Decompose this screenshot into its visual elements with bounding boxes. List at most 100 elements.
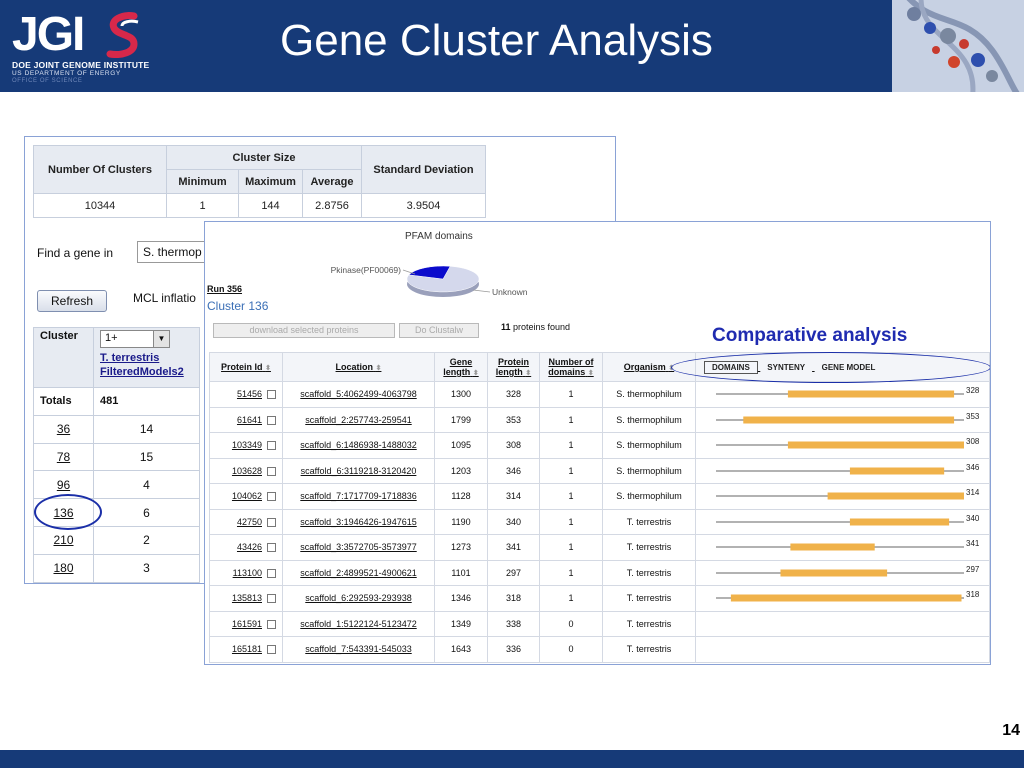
tab-domains[interactable]: DOMAINS [704,360,758,374]
location-link[interactable]: scaffold_2:4899521-4900621 [300,568,416,578]
cluster-link[interactable]: 210 [53,533,73,547]
domain-diagram-cell: 346 [695,457,990,484]
sort-icon[interactable]: ⬍ [525,370,531,377]
protein-id-cell: 161591 [209,610,283,637]
location-cell: scaffold_2:4899521-4900621 [282,559,435,586]
pfam-domain-bar[interactable] [849,467,945,475]
protein-id-cell: 103349 [209,432,283,459]
select-protein-checkbox[interactable] [267,594,276,604]
location-link[interactable]: scaffold_6:3119218-3120420 [301,466,417,476]
table-row: 161591 scaffold_1:5122124-5123472 1349 338 0… [209,610,990,637]
protein-id-link[interactable]: 42750 [237,517,262,527]
cluster-link[interactable]: 180 [53,561,73,575]
cluster-link[interactable]: 78 [57,450,70,464]
pfam-domain-bar[interactable] [743,416,955,424]
location-cell: scaffold_3:1946426-1947615 [282,508,435,535]
protein-id-link[interactable]: 135813 [232,593,262,603]
select-protein-checkbox[interactable] [267,517,276,527]
select-protein-checkbox[interactable] [267,441,276,451]
select-protein-checkbox[interactable] [267,415,276,425]
select-protein-checkbox[interactable] [267,492,276,502]
download-selected-button[interactable]: download selected proteins [213,323,395,338]
select-protein-checkbox[interactable] [267,466,276,476]
pfam-domains-title: PFAM domains [405,231,473,242]
select-protein-checkbox[interactable] [267,390,276,400]
sort-icon[interactable]: ⬍ [473,370,479,377]
col-view-tabs: DOMAINS SYNTENY GENE MODEL [695,352,990,382]
location-link[interactable]: scaffold_6:1486938-1488032 [300,440,416,450]
cluster-size-filter-select[interactable]: 1+ ▼ [100,330,170,348]
col-gene-length[interactable]: Gene length ⬍ [434,352,488,382]
pfam-domain-bar[interactable] [787,390,955,398]
sort-icon[interactable]: ⬍ [265,365,271,372]
pfam-domain-bar[interactable] [827,492,964,500]
cluster-count: 3 [93,553,200,583]
sort-icon[interactable]: ⬍ [588,370,594,377]
location-link[interactable]: scaffold_7:1717709-1718836 [300,491,416,501]
table-row: 96 4 [33,470,200,500]
protein-id-link[interactable]: 165181 [232,644,262,654]
location-cell: scaffold_2:257743-259541 [282,406,435,433]
protein-id-link[interactable]: 103349 [232,440,262,450]
pfam-domain-bar[interactable] [730,594,962,602]
domain-track: 353 [716,412,980,424]
location-cell: scaffold_6:292593-293938 [282,585,435,612]
select-protein-checkbox[interactable] [267,645,276,655]
domain-diagram-cell: 353 [695,406,990,433]
domains-count-cell: 1 [539,559,603,586]
run-link[interactable]: Run 356 [207,284,242,294]
table-row: 210 2 [33,525,200,555]
cluster-link[interactable]: 96 [57,478,70,492]
protein-id-link[interactable]: 61641 [237,415,262,425]
logo-institute-name: DOE JOINT GENOME INSTITUTE [12,60,150,70]
table-row: 61641 scaffold_2:257743-259541 1799 353 1 S. … [209,406,990,433]
domain-diagram-cell: 314 [695,483,990,510]
protein-id-cell: 61641 [209,406,283,433]
col-organism[interactable]: Organism ⬍ [602,352,696,382]
location-link[interactable]: scaffold_7:543391-545033 [305,644,411,654]
tab-gene-model[interactable]: GENE MODEL [815,362,883,373]
protein-length-cell: 336 [487,636,540,663]
tab-synteny[interactable]: SYNTENY [760,362,812,373]
organism-cell: S. thermophilum [602,483,696,510]
select-protein-checkbox[interactable] [267,619,276,629]
location-link[interactable]: scaffold_6:292593-293938 [305,593,411,603]
refresh-button[interactable]: Refresh [37,290,107,312]
col-num-domains[interactable]: Number of domains ⬍ [539,352,603,382]
protein-id-link[interactable]: 51456 [237,389,262,399]
dropdown-arrow-icon[interactable]: ▼ [153,331,169,347]
location-link[interactable]: scaffold_3:3572705-3573977 [300,542,416,552]
sort-icon[interactable]: ⬍ [668,365,674,372]
sort-icon[interactable]: ⬍ [376,365,382,372]
select-protein-checkbox[interactable] [267,543,276,553]
protein-id-link[interactable]: 103628 [232,466,262,476]
protein-id-link[interactable]: 113100 [233,568,262,578]
pfam-domain-bar[interactable] [780,569,888,577]
location-link[interactable]: scaffold_5:4062499-4063798 [300,389,416,399]
select-protein-checkbox[interactable] [267,568,276,578]
location-link[interactable]: scaffold_1:5122124-5123472 [300,619,416,629]
clustalw-button[interactable]: Do Clustalw [399,323,479,338]
species-link[interactable]: T. terrestris FilteredModels2 [100,351,193,379]
protein-id-link[interactable]: 104062 [232,491,262,501]
protein-length-label: 353 [966,412,980,421]
protein-id-link[interactable]: 43426 [237,542,262,552]
cluster-link[interactable]: 136 [53,506,73,520]
cluster-link[interactable]: 36 [57,422,70,436]
protein-length-label: 318 [966,590,980,599]
col-protein-id[interactable]: Protein Id ⬍ [209,352,283,382]
pie-leader-line [472,289,491,293]
gene-length-cell: 1643 [434,636,488,663]
col-location[interactable]: Location ⬍ [282,352,435,382]
gene-length-cell: 1128 [434,483,488,510]
domain-track: 308 [716,437,980,449]
cluster-count: 2 [93,525,200,555]
domain-track: 341 [716,539,980,551]
location-link[interactable]: scaffold_3:1946426-1947615 [300,517,416,527]
location-link[interactable]: scaffold_2:257743-259541 [305,415,411,425]
pfam-domain-bar[interactable] [787,441,964,449]
protein-id-link[interactable]: 161591 [232,619,262,629]
col-protein-length[interactable]: Protein length ⬍ [487,352,540,382]
pfam-domain-bar[interactable] [849,518,950,526]
pfam-domain-bar[interactable] [790,543,875,551]
